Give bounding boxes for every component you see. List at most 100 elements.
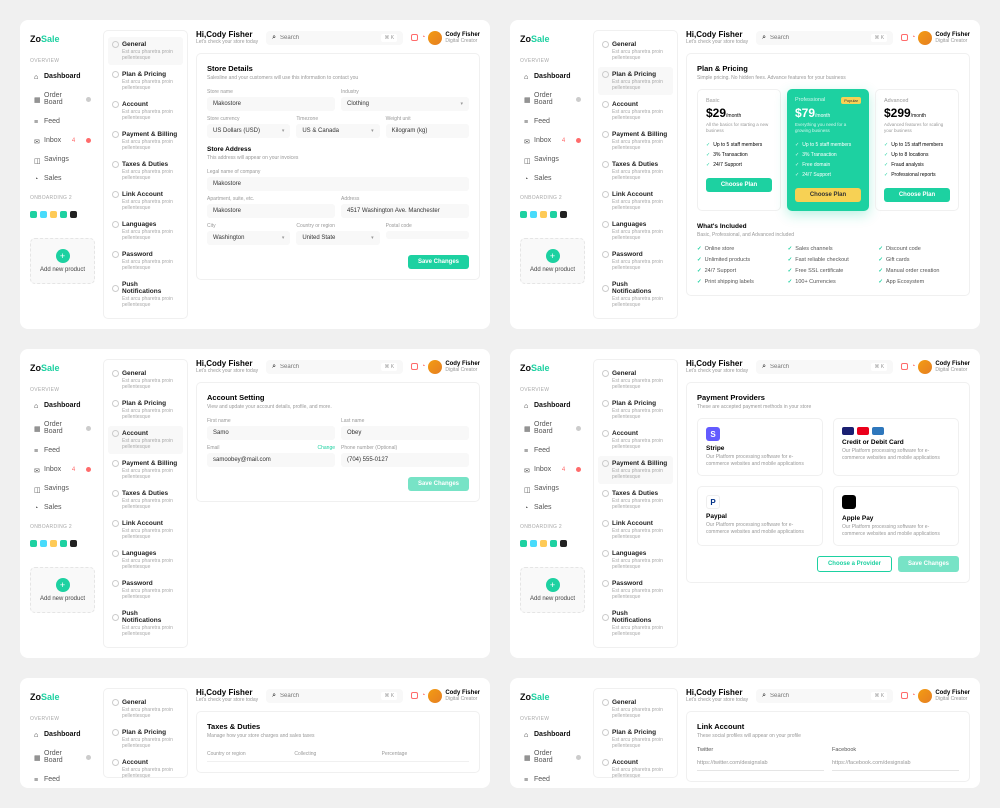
settings-nav-pricing[interactable]: Plan & PricingEst arcu pharetra proin pe… [598, 67, 673, 95]
settings-nav-pricing[interactable]: Plan & PricingEst arcu pharetra proin pe… [108, 396, 183, 424]
settings-nav-general[interactable]: GeneralEst arcu pharetra proin pellentes… [108, 695, 183, 723]
bell-icon[interactable]: ◔ [911, 34, 915, 41]
sidebar-item-savings[interactable]: ◫Savings [30, 482, 95, 495]
sidebar-item-order-board[interactable]: ▦Order Board [30, 89, 95, 109]
settings-nav-payment[interactable]: Payment & BillingEst arcu pharetra proin… [108, 456, 183, 484]
bell-icon[interactable]: ◔ [421, 692, 425, 699]
sidebar-item-savings[interactable]: ◫Savings [30, 153, 95, 166]
gift-icon[interactable] [411, 363, 418, 370]
search-bar[interactable]: ⌕⌘ K [756, 31, 893, 45]
sidebar-item-sales[interactable]: ◔Sales [30, 501, 95, 514]
avatar[interactable] [918, 689, 932, 703]
bell-icon[interactable]: ◔ [911, 692, 915, 699]
currency-select[interactable]: US Dollars (USD)▾ [207, 124, 290, 138]
apt-input[interactable]: Makostore [207, 204, 335, 218]
settings-nav-password[interactable]: PasswordEst arcu pharetra proin pellente… [598, 576, 673, 604]
settings-nav-account[interactable]: AccountEst arcu pharetra proin pellentes… [598, 755, 673, 783]
settings-nav-push[interactable]: Push NotificationsEst arcu pharetra proi… [598, 277, 673, 312]
settings-nav-taxes[interactable]: Taxes & DutiesEst arcu pharetra proin pe… [108, 157, 183, 185]
facebook-input[interactable]: https://facebook.com/designslab [832, 756, 959, 771]
store-name-input[interactable]: Makostore [207, 97, 335, 111]
sidebar-item-savings[interactable]: ◫Savings [520, 153, 585, 166]
sidebar-item-order-board[interactable]: ▦Order Board [520, 418, 585, 438]
sidebar-item-order-board[interactable]: ▦Order Board [30, 418, 95, 438]
last-name-input[interactable]: Obey [341, 426, 469, 440]
sidebar-item-inbox[interactable]: ✉Inbox4 [30, 463, 95, 476]
search-input[interactable] [280, 35, 377, 41]
settings-nav-languages[interactable]: LanguagesEst arcu pharetra proin pellent… [108, 217, 183, 245]
avatar[interactable] [918, 360, 932, 374]
add-product-card[interactable]: +Add new product [30, 567, 95, 613]
settings-nav-push[interactable]: Push NotificationsEst arcu pharetra proi… [598, 606, 673, 641]
search-input[interactable] [770, 35, 867, 41]
search-input[interactable] [280, 364, 377, 370]
settings-nav-general[interactable]: GeneralEst arcu pharetra proin pellentes… [598, 695, 673, 723]
onboard-step-icon[interactable] [60, 211, 67, 218]
industry-select[interactable]: Clothing▾ [341, 97, 469, 111]
add-product-card[interactable]: +Add new product [520, 238, 585, 284]
city-select[interactable]: Washington▾ [207, 231, 290, 245]
settings-nav-taxes[interactable]: Taxes & DutiesEst arcu pharetra proin pe… [598, 157, 673, 185]
settings-nav-account[interactable]: AccountEst arcu pharetra proin pellentes… [108, 755, 183, 783]
sidebar-item-savings[interactable]: ◫Savings [520, 482, 585, 495]
sidebar-item-feed[interactable]: ≡Feed [520, 773, 585, 786]
gift-icon[interactable] [411, 692, 418, 699]
provider-stripe[interactable]: S Stripe Our Platform processing softwar… [697, 418, 823, 476]
save-button[interactable]: Save Changes [408, 255, 469, 269]
sidebar-item-dashboard[interactable]: ⌂Dashboard [30, 70, 95, 83]
settings-nav-payment[interactable]: Payment & BillingEst arcu pharetra proin… [598, 127, 673, 155]
settings-nav-taxes[interactable]: Taxes & DutiesEst arcu pharetra proin pe… [108, 486, 183, 514]
search-bar[interactable]: ⌕⌘ K [756, 360, 893, 374]
address-input[interactable]: 4517 Washington Ave. Manchester [341, 204, 469, 218]
add-product-card[interactable]: +Add new product [520, 567, 585, 613]
search-bar[interactable]: ⌕⌘ K [266, 31, 403, 45]
country-select[interactable]: United State▾ [296, 231, 379, 245]
phone-input[interactable]: (704) 555-0127 [341, 453, 469, 467]
sidebar-item-feed[interactable]: ≡Feed [520, 444, 585, 457]
sidebar-item-order-board[interactable]: ▦Order Board [520, 89, 585, 109]
settings-nav-link[interactable]: Link AccountEst arcu pharetra proin pell… [598, 516, 673, 544]
postal-input[interactable] [386, 231, 469, 239]
sidebar-item-inbox[interactable]: ✉Inbox4 [520, 134, 585, 147]
settings-nav-pricing[interactable]: Plan & PricingEst arcu pharetra proin pe… [598, 725, 673, 753]
add-product-card[interactable]: + Add new product [30, 238, 95, 284]
sidebar-item-inbox[interactable]: ✉Inbox4 [30, 134, 95, 147]
settings-nav-pricing[interactable]: Plan & PricingEst arcu pharetra proin pe… [598, 396, 673, 424]
sidebar-item-dashboard[interactable]: ⌂Dashboard [30, 399, 95, 412]
onboard-step-icon[interactable] [30, 211, 37, 218]
sidebar-item-feed[interactable]: ≡Feed [30, 115, 95, 128]
search-input[interactable] [280, 693, 377, 699]
settings-nav-general[interactable]: GeneralEst arcu pharetra proin pellentes… [598, 37, 673, 65]
sidebar-item-dashboard[interactable]: ⌂Dashboard [520, 70, 585, 83]
search-input[interactable] [770, 364, 867, 370]
settings-nav-pricing[interactable]: Plan & PricingEst arcu pharetra proin pe… [108, 725, 183, 753]
onboard-step-icon[interactable] [70, 211, 77, 218]
settings-nav-link[interactable]: Link AccountEst arcu pharetra proin pell… [108, 187, 183, 215]
settings-nav-account[interactable]: AccountEst arcu pharetra proin pellentes… [598, 97, 673, 125]
settings-nav-languages[interactable]: LanguagesEst arcu pharetra proin pellent… [598, 546, 673, 574]
sidebar-item-sales[interactable]: ◔Sales [30, 172, 95, 185]
settings-nav-password[interactable]: PasswordEst arcu pharetra proin pellente… [108, 576, 183, 604]
search-input[interactable] [770, 693, 867, 699]
twitter-input[interactable]: https://twitter.com/designslab [697, 756, 824, 771]
provider-paypal[interactable]: P Paypal Our Platform processing softwar… [697, 486, 823, 546]
avatar[interactable] [428, 31, 442, 45]
email-input[interactable]: samoobey@mail.com [207, 453, 335, 467]
avatar[interactable] [918, 31, 932, 45]
sidebar-item-inbox[interactable]: ✉Inbox4 [520, 463, 585, 476]
logo[interactable]: ZoSale [520, 688, 585, 706]
logo[interactable]: ZoSale [520, 30, 585, 48]
settings-nav-payment[interactable]: Payment & BillingEst arcu pharetra proin… [598, 456, 673, 484]
save-button[interactable]: Save Changes [408, 477, 469, 491]
gift-icon[interactable] [901, 34, 908, 41]
bell-icon[interactable]: ◔ [421, 34, 425, 41]
choose-plan-button[interactable]: Choose Plan [795, 188, 861, 202]
settings-nav-account[interactable]: AccountEst arcu pharetra proin pellentes… [108, 426, 183, 454]
provider-card[interactable]: Credit or Debit Card Our Platform proces… [833, 418, 959, 476]
settings-nav-push[interactable]: Push NotificationsEst arcu pharetra proi… [108, 277, 183, 312]
settings-nav-push[interactable]: Push NotificationsEst arcu pharetra proi… [108, 606, 183, 641]
avatar[interactable] [428, 360, 442, 374]
settings-nav-general[interactable]: GeneralEst arcu pharetra proin pellentes… [598, 366, 673, 394]
settings-nav-password[interactable]: PasswordEst arcu pharetra proin pellente… [108, 247, 183, 275]
sidebar-item-feed[interactable]: ≡Feed [30, 773, 95, 786]
